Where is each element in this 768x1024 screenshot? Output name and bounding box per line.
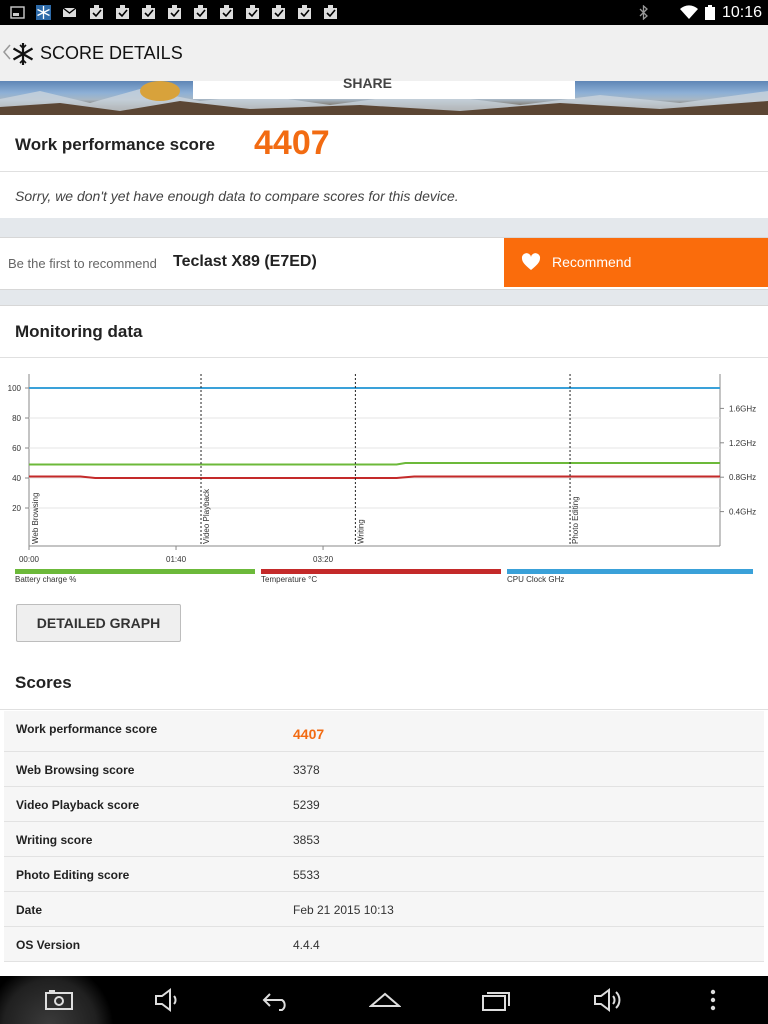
legend-swatch-cpu [507,569,753,574]
score-row-value: 4407 [293,726,325,742]
divider [0,171,768,172]
score-label: Work performance score [15,135,215,154]
table-row: Date Feb 21 2015 10:13 [4,892,764,927]
check-icon [90,5,103,19]
check-icon [142,5,155,19]
volume-up-icon[interactable] [592,986,624,1014]
section-label: Photo Editing [571,496,580,544]
check-icon [324,5,337,19]
recommend-label: Recommend [552,254,632,270]
table-row: Photo Editing score 5533 [4,857,764,892]
battery-icon [705,5,715,20]
monitoring-chart: 100 80 60 40 20 1.6GHz 1.2GHz 0.8GHz 0.4GHz 00:00… [8,374,756,564]
y-tick-label: 20 [12,504,21,513]
section-label: Web Browsing [31,493,40,544]
camera-icon[interactable] [43,986,75,1014]
score-card: Work performance score 4407 Sorry, we do… [0,115,768,218]
divider [0,709,768,710]
score-row-value: 5533 [293,868,320,882]
check-icon [194,5,207,19]
recommend-prefix: Be the first to recommend [8,256,157,271]
legend-label-temperature: Temperature °C [261,575,318,584]
bluetooth-icon [639,5,648,20]
monitoring-heading: Monitoring data [15,322,143,341]
legend-label-cpu: CPU Clock GHz [507,575,565,584]
back-icon[interactable] [260,986,292,1014]
compare-message: Sorry, we don't yet have enough data to … [15,188,459,204]
legend-swatch-battery [15,569,255,574]
snowflake-icon [36,5,51,20]
score-row-label: Video Playback score [16,798,140,812]
check-icon [220,5,233,19]
check-icon [246,5,259,19]
share-button[interactable]: SHARE [193,75,575,99]
y-tick-label: 40 [12,474,21,483]
x-tick-label: 00:00 [19,555,40,564]
table-row: Writing score 3853 [4,822,764,857]
navigation-bar [0,976,768,1024]
screenshot-icon [10,6,25,19]
section-label: Writing [356,519,365,544]
monitoring-card: Monitoring data 100 80 60 40 20 1.6GHz 1.2GHz 0… [0,305,768,977]
score-row-value: 3378 [293,763,320,777]
series-line-0 [29,462,720,466]
page-title: SCORE DETAILS [40,43,183,63]
recent-apps-icon[interactable] [480,986,512,1014]
table-row: Video Playback score 5239 [4,787,764,822]
wifi-icon [680,5,698,20]
y-tick-label: 80 [12,414,21,423]
check-icon [168,5,181,19]
recommend-button[interactable]: Recommend [504,238,768,287]
score-row-label: Work performance score [16,722,158,736]
x-tick-label: 03:20 [313,555,334,564]
x-tick-label: 01:40 [166,555,187,564]
score-row-value: 5239 [293,798,320,812]
heart-icon [521,253,541,270]
clock: 10:16 [721,4,762,21]
table-row: Web Browsing score 3378 [4,752,764,787]
score-row-label: Date [16,903,43,917]
y-tick-label: 100 [8,384,22,393]
score-row-label: Writing score [16,833,93,847]
y-tick-right-label: 1.6GHz [729,404,756,413]
check-icon [298,5,311,19]
detailed-graph-button[interactable]: DETAILED GRAPH [16,604,181,642]
y-tick-right-label: 0.4GHz [729,508,756,517]
check-icon [272,5,285,19]
score-value: 4407 [254,124,330,162]
y-tick-label: 60 [12,444,21,453]
chevron-left-icon[interactable] [3,44,11,60]
legend-swatch-temperature [261,569,501,574]
home-icon[interactable] [369,986,401,1014]
table-row: Work performance score 4407 [4,711,764,752]
scores-heading: Scores [15,673,72,692]
volume-down-icon[interactable] [151,986,183,1014]
gmail-icon [62,7,77,17]
divider [0,357,768,358]
device-name: Teclast X89 (E7ED) [173,253,317,270]
score-row-label: OS Version [16,938,81,952]
table-row: OS Version 4.4.4 [4,927,764,962]
section-label: Video Playback [202,488,211,544]
score-row-value: 3853 [293,833,320,847]
status-bar: 10:16 [0,0,768,25]
legend-label-battery: Battery charge % [15,575,77,584]
score-row-label: Photo Editing score [16,868,130,882]
check-icon [116,5,129,19]
action-bar: SCORE DETAILS [0,25,768,82]
score-row-value: Feb 21 2015 10:13 [293,903,394,917]
snowflake-icon[interactable] [11,42,35,66]
y-tick-right-label: 1.2GHz [729,439,756,448]
menu-icon[interactable] [697,986,729,1014]
score-row-value: 4.4.4 [293,938,320,952]
detailed-graph-label: DETAILED GRAPH [36,615,161,631]
y-tick-right-label: 0.8GHz [729,473,756,482]
score-row-label: Web Browsing score [16,763,135,777]
